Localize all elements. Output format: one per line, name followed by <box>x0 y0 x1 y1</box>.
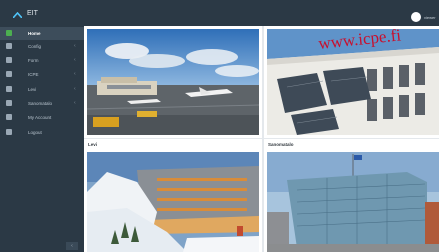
airport-photo <box>87 29 259 135</box>
card-title: Levi <box>88 142 98 147</box>
avatar[interactable] <box>411 12 421 22</box>
card-levi[interactable]: Levi <box>84 139 262 252</box>
sanomatalo-photo <box>267 152 439 252</box>
logo-icon <box>13 12 22 18</box>
sidebar-item-label: Home <box>28 31 41 36</box>
sidebar-item-sanomatalo[interactable]: Sanomatalo ‹ <box>0 97 84 110</box>
top-bar: EIT viewer <box>0 0 439 26</box>
card-icpe[interactable]: www.icpe.fi <box>264 26 439 138</box>
card-sanomatalo[interactable]: Sanomatalo <box>264 139 439 252</box>
sidebar-item-label: My Account <box>28 115 52 120</box>
building-icon <box>6 71 12 77</box>
sidebar-item-my-account[interactable]: My Account <box>0 111 84 124</box>
chevron-left-icon: ‹ <box>74 71 76 77</box>
icpe-photo: www.icpe.fi <box>267 29 439 135</box>
sidebar-item-levi[interactable]: Levi ‹ <box>0 83 84 96</box>
gear-icon <box>6 43 12 49</box>
chevron-left-icon: ‹ <box>71 243 73 249</box>
home-icon <box>6 30 12 36</box>
chevron-left-icon: ‹ <box>74 86 76 92</box>
building-icon <box>6 86 12 92</box>
sidebar-item-icpe[interactable]: ICPE ‹ <box>0 68 84 81</box>
levi-photo <box>87 152 259 252</box>
sidebar-item-label: Logout <box>28 130 42 135</box>
sidebar-item-label: Form <box>28 58 39 63</box>
sidebar-item-label: Config <box>28 44 42 49</box>
sidebar-item-form[interactable]: Form ‹ <box>0 54 84 67</box>
chevron-left-icon: ‹ <box>74 100 76 106</box>
sidebar-item-label: Levi <box>28 87 37 92</box>
sidebar: Home Config ‹ Form ‹ ICPE ‹ Levi ‹ Sanom… <box>0 26 84 252</box>
building-icon <box>6 100 12 106</box>
logout-icon <box>6 129 12 135</box>
username[interactable]: viewer <box>424 15 436 20</box>
chevron-left-icon: ‹ <box>74 57 76 63</box>
sidebar-item-home[interactable]: Home <box>0 27 84 40</box>
card-airport[interactable] <box>84 26 262 138</box>
form-icon <box>6 57 12 63</box>
sidebar-item-config[interactable]: Config ‹ <box>0 40 84 53</box>
app-title: EIT <box>27 10 38 17</box>
user-icon <box>6 114 12 120</box>
sidebar-collapse-button[interactable]: ‹ <box>66 242 78 250</box>
sidebar-item-label: Sanomatalo <box>28 101 53 106</box>
sidebar-item-label: ICPE <box>28 72 39 77</box>
card-title: Sanomatalo <box>268 142 294 147</box>
chevron-left-icon: ‹ <box>74 43 76 49</box>
sidebar-item-logout[interactable]: Logout <box>0 126 84 139</box>
